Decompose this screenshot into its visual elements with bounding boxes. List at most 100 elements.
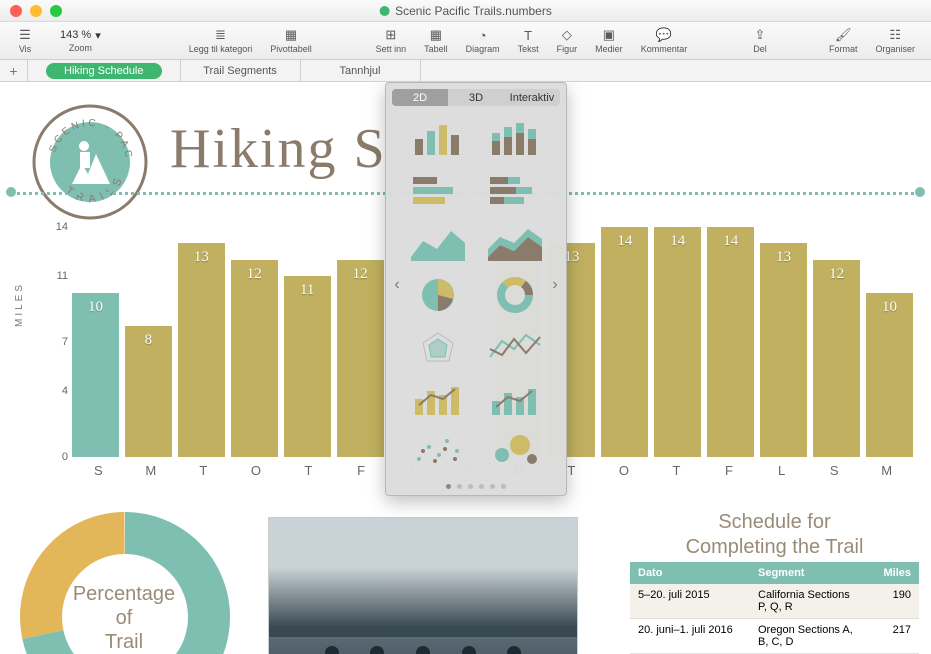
- popover-page-dots: [386, 478, 566, 495]
- add-sheet-button[interactable]: +: [0, 60, 28, 81]
- sheet-tab-trail-segments[interactable]: Trail Segments: [181, 60, 301, 81]
- sheet-tab-tannhjul[interactable]: Tannhjul: [301, 60, 421, 81]
- y-tick: 14: [46, 221, 68, 233]
- table-row[interactable]: 20. juni–1. juli 2016Oregon Sections A, …: [630, 619, 919, 654]
- chevron-down-icon: ▾: [95, 29, 101, 42]
- bar-column[interactable]: 12: [337, 227, 384, 457]
- cell-segment: California Sections P, Q, R: [750, 584, 869, 618]
- minimize-window-button[interactable]: [30, 5, 42, 17]
- chart-thumb-radar[interactable]: [404, 326, 471, 368]
- popover-page-dot[interactable]: [479, 484, 484, 489]
- chart-button[interactable]: ◔Diagram: [458, 27, 508, 54]
- zoom-dropdown[interactable]: 143 %▾ Zoom: [44, 29, 117, 53]
- popover-page-dot[interactable]: [468, 484, 473, 489]
- y-tick: 7: [46, 336, 68, 348]
- sheet-tab-hiking-schedule[interactable]: Hiking Schedule: [28, 60, 181, 81]
- bar-column[interactable]: 12: [231, 227, 278, 457]
- bar-column[interactable]: 14: [654, 227, 701, 457]
- chart-thumb-scatter[interactable]: [404, 430, 471, 472]
- fullscreen-window-button[interactable]: [50, 5, 62, 17]
- table-button[interactable]: ▦Tabell: [416, 27, 456, 54]
- seg-2d[interactable]: 2D: [392, 89, 448, 106]
- bar-column[interactable]: 13: [760, 227, 807, 457]
- format-icon: 🖌: [834, 27, 852, 43]
- schedule-table[interactable]: Dato Segment Miles 5–20. juli 2015Califo…: [630, 562, 919, 654]
- logo-badge: SCENIC · PACIFIC TRAILS: [30, 102, 150, 222]
- chart-thumb-bar-horizontal[interactable]: [404, 170, 471, 212]
- chart-thumb-area[interactable]: [404, 222, 471, 264]
- bar-column[interactable]: 14: [707, 227, 754, 457]
- y-tick: 0: [46, 451, 68, 463]
- cell-miles: 190: [869, 584, 919, 618]
- toolbar: ☰ Vis 143 %▾ Zoom ≣ Legg til kategori ▦ …: [0, 22, 931, 60]
- seg-3d[interactable]: 3D: [448, 89, 504, 106]
- popover-next-button[interactable]: ›: [546, 273, 564, 297]
- organize-panel-button[interactable]: ☷Organiser: [868, 27, 924, 54]
- close-window-button[interactable]: [10, 5, 22, 17]
- popover-prev-button[interactable]: ‹: [388, 273, 406, 297]
- popover-page-dot[interactable]: [457, 484, 462, 489]
- document-icon: [379, 6, 389, 16]
- window-titlebar: Scenic Pacific Trails.numbers: [0, 0, 931, 22]
- chart-thumb-mixed-line[interactable]: [481, 378, 548, 420]
- shape-button[interactable]: ◇Figur: [549, 27, 586, 54]
- view-menu-button[interactable]: ☰ Vis: [8, 27, 42, 54]
- chart-thumb-bar-horizontal-stacked[interactable]: [481, 170, 548, 212]
- media-button[interactable]: ▣Medier: [587, 27, 631, 54]
- y-axis: 0471114: [46, 227, 68, 457]
- popover-page-dot[interactable]: [490, 484, 495, 489]
- bar-value-label: 14: [723, 233, 738, 250]
- bar-column[interactable]: 14: [601, 227, 648, 457]
- table-row[interactable]: 5–20. juli 2015California Sections P, Q,…: [630, 584, 919, 619]
- bar-column[interactable]: 10: [866, 227, 913, 457]
- chart-thumb-bar-vertical[interactable]: [404, 118, 471, 160]
- bar-value-label: 12: [829, 266, 844, 283]
- bar-value-label: 14: [617, 233, 632, 250]
- trail-photo[interactable]: [268, 517, 578, 654]
- pivot-icon: ▦: [282, 27, 300, 43]
- y-axis-label: MILES: [14, 282, 25, 327]
- chart-thumbnail-grid: [386, 112, 566, 478]
- seg-interactive[interactable]: Interaktiv: [504, 89, 560, 106]
- chart-thumb-line-multi[interactable]: [481, 326, 548, 368]
- cell-dato: 5–20. juli 2015: [630, 584, 750, 618]
- canvas[interactable]: SCENIC · PACIFIC TRAILS Hiking S MILES 0…: [0, 82, 931, 654]
- chart-thumb-mixed[interactable]: [404, 378, 471, 420]
- format-panel-button[interactable]: 🖌Format: [821, 27, 866, 54]
- chart-icon: ◔: [474, 27, 492, 43]
- bar-column[interactable]: 8: [125, 227, 172, 457]
- bar-value-label: 13: [776, 249, 791, 266]
- popover-page-dot[interactable]: [446, 484, 451, 489]
- comment-icon: 💬: [655, 27, 673, 43]
- shape-icon: ◇: [558, 27, 576, 43]
- col-miles: Miles: [869, 562, 919, 584]
- pivot-table-button[interactable]: ▦ Pivottabell: [262, 27, 320, 54]
- chart-thumb-bubble[interactable]: [481, 430, 548, 472]
- text-button[interactable]: TTekst: [510, 27, 547, 54]
- add-category-button[interactable]: ≣ Legg til kategori: [181, 27, 261, 54]
- x-tick: M: [125, 463, 178, 487]
- chart-thumb-area-stacked[interactable]: [481, 222, 548, 264]
- chart-thumb-pie[interactable]: [404, 274, 471, 316]
- cell-segment: Oregon Sections A, B, C, D: [750, 619, 869, 653]
- chart-thumb-donut[interactable]: [481, 274, 548, 316]
- y-tick: 4: [46, 385, 68, 397]
- comment-button[interactable]: 💬Kommentar: [633, 27, 696, 54]
- x-tick: S: [808, 463, 861, 487]
- insert-button[interactable]: ⊞Sett inn: [368, 27, 415, 54]
- chart-thumb-bar-stacked[interactable]: [481, 118, 548, 160]
- x-tick: T: [282, 463, 335, 487]
- rule-endpoint-left: [6, 187, 16, 197]
- bar-column[interactable]: 12: [813, 227, 860, 457]
- col-dato: Dato: [630, 562, 750, 584]
- share-button[interactable]: ⇪Del: [743, 27, 777, 54]
- bar-column[interactable]: 10: [72, 227, 119, 457]
- bar-value-label: 10: [88, 299, 103, 316]
- popover-page-dot[interactable]: [501, 484, 506, 489]
- bar-column[interactable]: 13: [178, 227, 225, 457]
- insert-icon: ⊞: [382, 27, 400, 43]
- donut-title: Percentage of Trail: [44, 582, 204, 654]
- col-segment: Segment: [750, 562, 869, 584]
- share-icon: ⇪: [751, 27, 769, 43]
- bar-column[interactable]: 11: [284, 227, 331, 457]
